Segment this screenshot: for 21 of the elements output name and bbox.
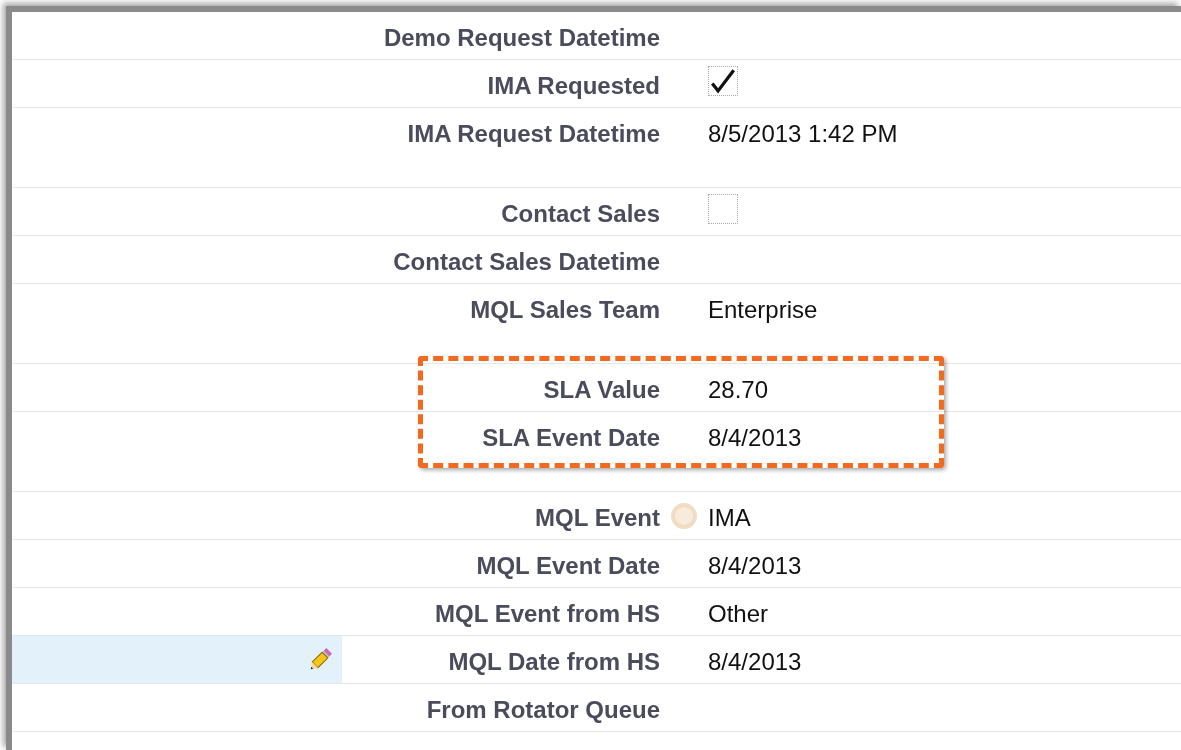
field-value: 28.70 xyxy=(708,376,769,403)
field-label: IMA Request Datetime xyxy=(407,120,660,147)
field-label: Contact Sales Datetime xyxy=(393,248,660,275)
field-value: IMA xyxy=(708,504,751,531)
field-label: Demo Request Datetime xyxy=(383,24,660,51)
field-label: MQL Event xyxy=(535,504,660,531)
field-value: Other xyxy=(708,600,769,627)
field-value: 8/4/2013 xyxy=(708,648,802,675)
field-value: 8/5/2013 1:42 PM xyxy=(708,120,898,147)
field-label: MQL Sales Team xyxy=(470,296,660,323)
field-label: MQL Event from HS xyxy=(435,600,660,627)
field-label: SLA Value xyxy=(543,376,660,403)
field-value: 8/4/2013 xyxy=(708,552,802,579)
field-label: Contact Sales xyxy=(501,200,660,227)
field-label: From Rotator Queue xyxy=(426,696,660,723)
field-label: SLA Event Date xyxy=(482,424,660,451)
field-value: 8/4/2013 xyxy=(708,424,802,451)
field-value: Enterprise xyxy=(708,296,818,323)
field-label: IMA Requested xyxy=(487,72,660,99)
field-label: MQL Date from HS xyxy=(448,648,660,675)
field-label: MQL Event Date xyxy=(476,552,660,579)
